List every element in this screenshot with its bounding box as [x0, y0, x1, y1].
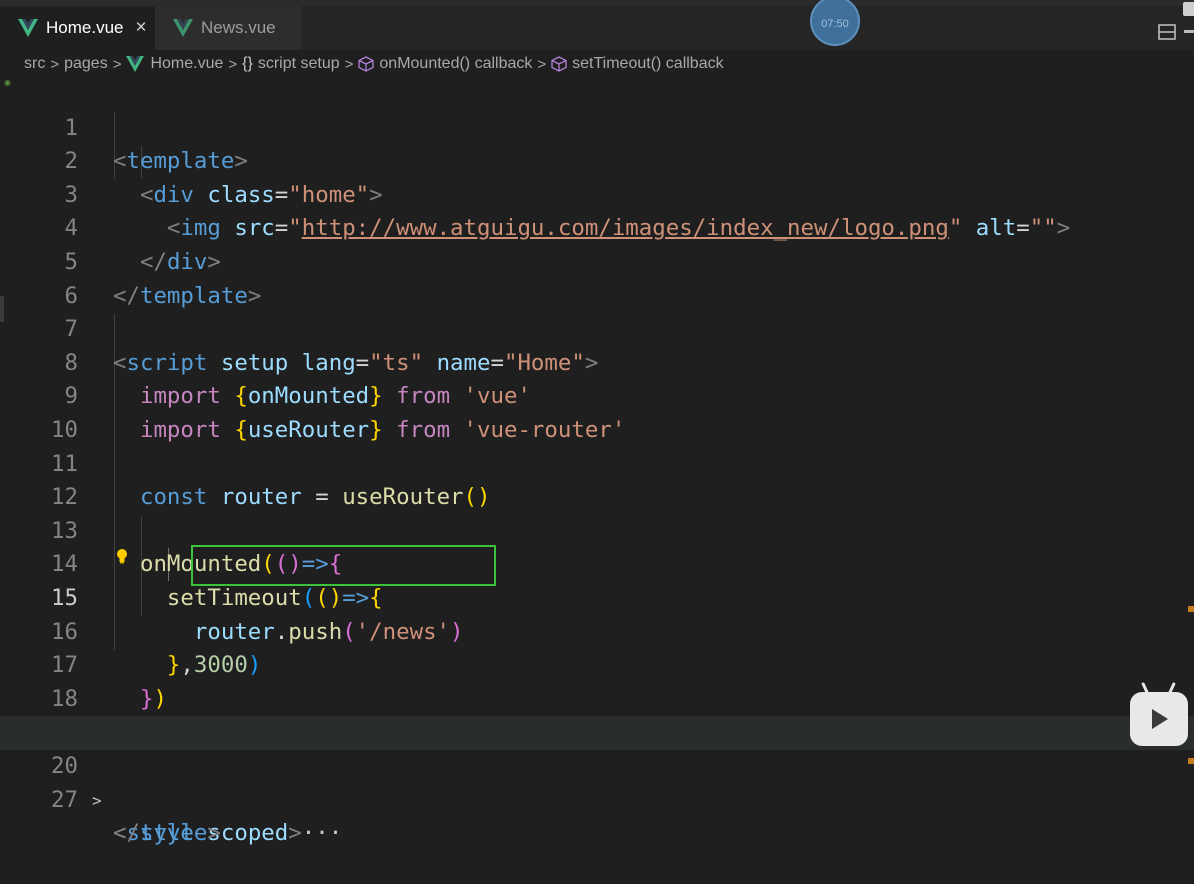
- code-line[interactable]: 4 </div>: [0, 179, 1194, 275]
- code-line[interactable]: 6: [0, 246, 1194, 309]
- lightbulb-icon[interactable]: [116, 548, 128, 564]
- vue-icon: [18, 19, 38, 37]
- token: style: [139, 820, 208, 847]
- code-line[interactable]: 8 import {onMounted} from 'vue': [0, 313, 1194, 410]
- code-editor[interactable]: 1 <template> 2 <div class="home"> 3 <img…: [0, 78, 1194, 847]
- code-line[interactable]: 13 onMounted(()=>{: [0, 481, 1194, 578]
- close-icon[interactable]: ×: [135, 17, 146, 39]
- vue-icon: [173, 19, 193, 37]
- overview-ruler-mark: [1188, 758, 1194, 764]
- cube-icon: [551, 56, 567, 72]
- tab-label: Home.vue: [46, 18, 124, 37]
- code-line[interactable]: 27 </style>: [0, 750, 1194, 847]
- highlight-annotation-box: [191, 545, 496, 586]
- code-line[interactable]: 14 setTimeout(()=>{: [0, 515, 1194, 611]
- bilibili-logo-icon: [1130, 682, 1188, 746]
- chevron-right-icon: >: [50, 55, 60, 73]
- breadcrumb-src[interactable]: src: [24, 55, 45, 73]
- code-text: </style>: [113, 817, 221, 851]
- code-line[interactable]: 10: [0, 380, 1194, 443]
- breadcrumb: src > pages > Home.vue > {} script setup…: [24, 50, 724, 78]
- cube-icon: [358, 56, 375, 72]
- tab-label: News.vue: [201, 18, 276, 37]
- tab-news-vue[interactable]: News.vue: [155, 6, 303, 50]
- code-line[interactable]: 1 <template>: [0, 78, 1194, 175]
- timer-badge: 07:50: [810, 0, 860, 46]
- scroll-marker: [0, 296, 4, 322]
- play-icon: [1152, 709, 1168, 729]
- split-editor-icon[interactable]: [1158, 24, 1176, 40]
- chevron-right-icon: >: [537, 55, 547, 73]
- help-icon[interactable]: [1183, 2, 1194, 16]
- breadcrumb-pages[interactable]: pages: [64, 55, 108, 73]
- token: >: [207, 820, 221, 847]
- code-line[interactable]: 12: [0, 448, 1194, 510]
- line-number: 27: [51, 786, 78, 813]
- code-line[interactable]: 11 const router = useRouter(): [0, 414, 1194, 511]
- editor-tab-bar: Home.vue × News.vue 07:50: [0, 0, 1194, 50]
- code-line[interactable]: 16 },3000): [0, 582, 1194, 679]
- breadcrumb-settimeout[interactable]: setTimeout() callback: [572, 55, 723, 73]
- code-line[interactable]: 5 </template>: [0, 212, 1194, 309]
- code-line[interactable]: 3 <img src="http://www.atguigu.com/image…: [0, 145, 1194, 242]
- token: >: [288, 820, 302, 847]
- more-actions-icon[interactable]: [1184, 30, 1194, 33]
- tab-home-vue[interactable]: Home.vue ×: [0, 6, 155, 50]
- code-line[interactable]: 2 <div class="home">: [0, 112, 1194, 208]
- fold-chevron-icon[interactable]: >: [92, 784, 102, 818]
- code-line[interactable]: 18 </script>: [0, 649, 1194, 746]
- code-line[interactable]: 9 import {useRouter} from 'vue-router': [0, 347, 1194, 443]
- breadcrumb-script-setup[interactable]: script setup: [258, 55, 340, 73]
- chevron-right-icon: >: [112, 55, 122, 73]
- code-line[interactable]: 19: [0, 683, 1194, 745]
- code-line[interactable]: 17 }): [0, 616, 1194, 712]
- breadcrumb-file[interactable]: Home.vue: [150, 55, 223, 73]
- chevron-right-icon: >: [344, 55, 354, 73]
- folded-ellipsis[interactable]: ···: [302, 820, 342, 846]
- code-line-folded[interactable]: 20 > <style scoped>···: [0, 716, 1194, 846]
- code-line[interactable]: 7 <script setup lang="ts" name="Home">: [0, 280, 1194, 376]
- breadcrumb-onmounted[interactable]: onMounted() callback: [379, 55, 532, 73]
- vue-icon: [126, 56, 145, 72]
- code-line-current[interactable]: 15 router.push('/news'): [0, 548, 1194, 645]
- gutter-marker-icon: ◉: [4, 78, 11, 87]
- overview-ruler-mark: [1188, 606, 1194, 612]
- token: </: [113, 820, 140, 847]
- chevron-right-icon: >: [228, 55, 238, 73]
- braces-icon: {}: [242, 55, 253, 72]
